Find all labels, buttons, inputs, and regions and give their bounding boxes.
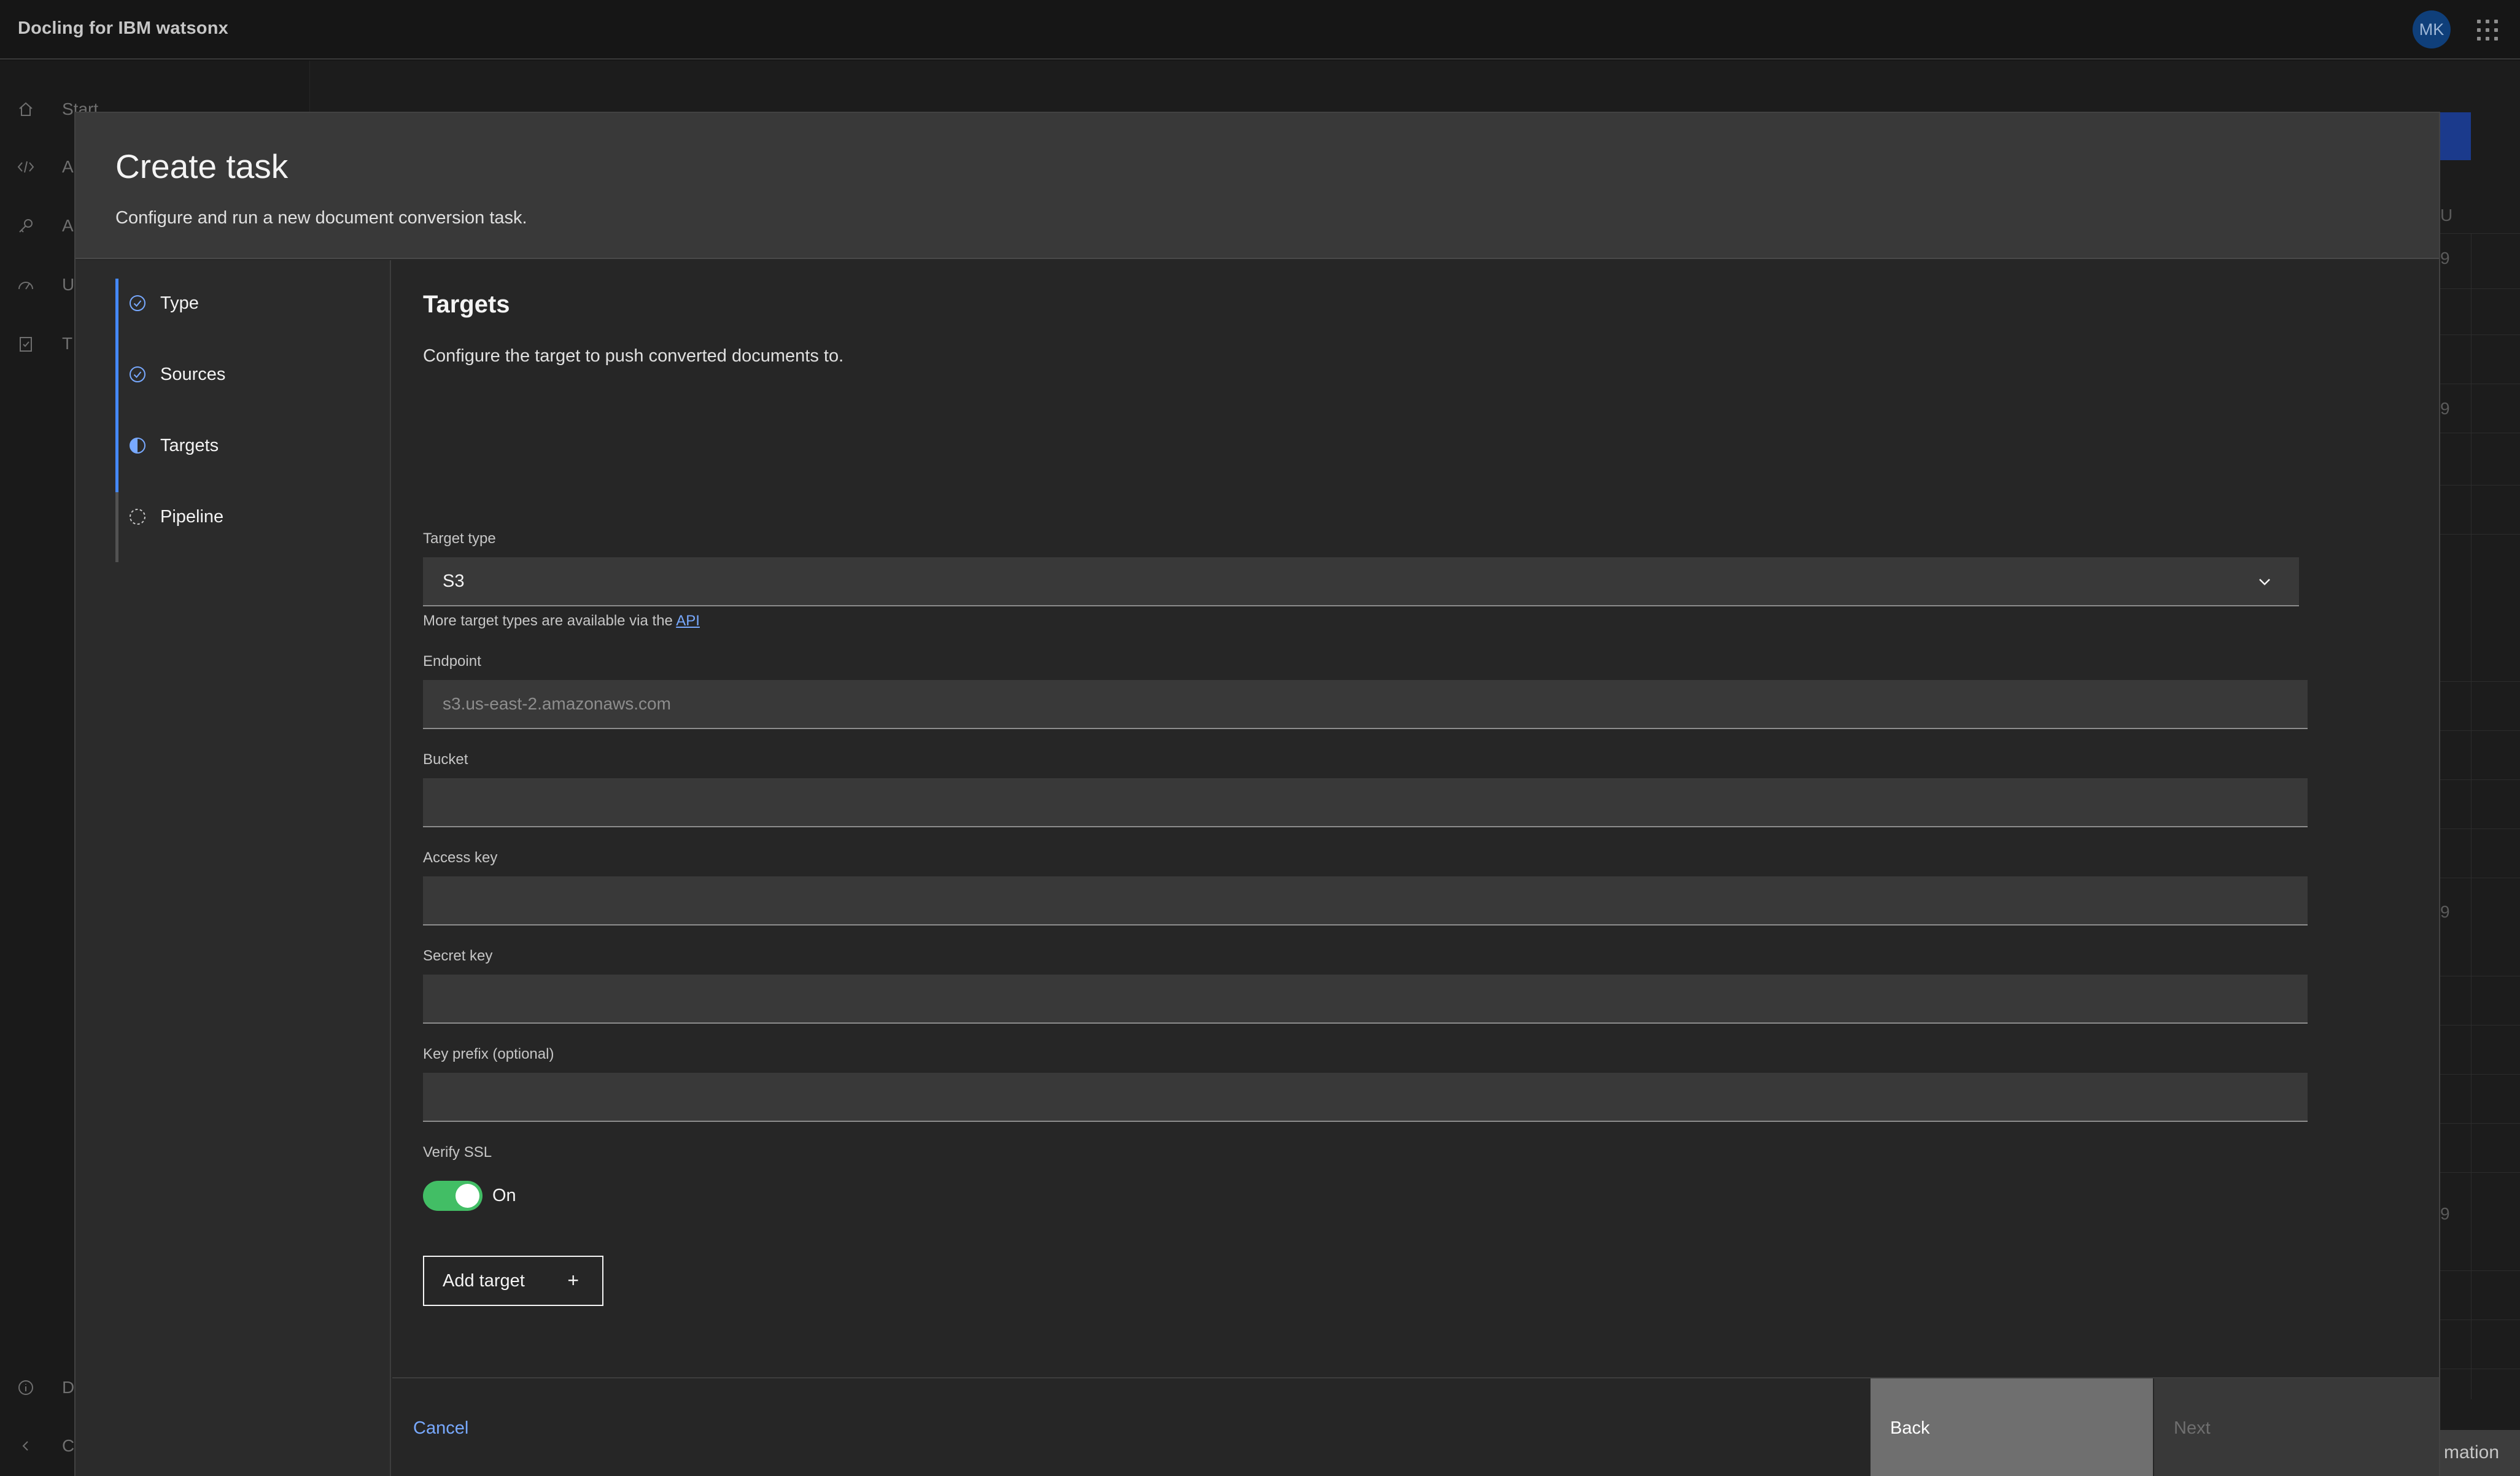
step-targets[interactable]: Targets xyxy=(127,430,219,461)
verify-ssl-label: Verify SSL xyxy=(423,1144,492,1161)
next-button[interactable]: Next xyxy=(2154,1378,2439,1476)
app-switcher-icon[interactable] xyxy=(2477,20,2498,41)
avatar[interactable]: MK xyxy=(2413,10,2451,48)
create-task-modal: Create task Configure and run a new docu… xyxy=(74,112,2440,1476)
helper-text: More target types are available via the xyxy=(423,612,673,629)
add-target-label: Add target xyxy=(443,1270,525,1291)
background-divider xyxy=(2440,1123,2520,1124)
checkmark-outline-icon xyxy=(127,293,148,314)
background-text: 9 xyxy=(2440,399,2450,418)
info-icon xyxy=(15,1377,36,1398)
verify-ssl-toggle[interactable] xyxy=(423,1181,483,1211)
target-type-label: Target type xyxy=(423,530,496,547)
nav-item-usage[interactable]: U xyxy=(15,269,74,300)
targets-form: Targets Configure the target to push con… xyxy=(392,260,2439,1377)
nav-item-label: U xyxy=(62,275,75,294)
step-sources[interactable]: Sources xyxy=(127,359,225,390)
nav-item-label: C xyxy=(62,1436,75,1455)
nav-item-label: T xyxy=(62,334,73,353)
background-text: 9 xyxy=(2440,1204,2450,1223)
step-pipeline[interactable]: Pipeline xyxy=(127,501,223,532)
chevron-left-icon xyxy=(15,1435,36,1456)
nav-item-docs[interactable]: D xyxy=(15,1372,74,1403)
dashed-circle-icon xyxy=(127,506,148,527)
background-divider xyxy=(2440,233,2520,234)
nav-item-keys[interactable]: A xyxy=(15,211,74,241)
modal-title: Create task xyxy=(115,147,289,185)
add-target-button[interactable]: Add target + xyxy=(423,1256,603,1306)
checkmark-outline-icon xyxy=(127,364,148,385)
nav-item-code[interactable]: A xyxy=(15,152,74,182)
half-circle-current-icon xyxy=(127,435,148,456)
background-divider xyxy=(2440,1270,2520,1271)
modal-footer: Cancel Back Next xyxy=(392,1377,2439,1476)
bucket-label: Bucket xyxy=(423,751,468,768)
background-bottom-tab: mation xyxy=(2440,1430,2520,1476)
background-text: 9 xyxy=(2440,902,2450,921)
progress-indicator: Type Sources Targets Pipeline xyxy=(76,260,391,1476)
background-text: 9 xyxy=(2440,249,2450,268)
nav-item-label: A xyxy=(62,216,74,235)
background-divider xyxy=(2440,1074,2520,1075)
background-divider xyxy=(2440,681,2520,682)
endpoint-input[interactable] xyxy=(443,680,2308,728)
api-link[interactable]: API xyxy=(676,612,700,629)
nav-item-tasks[interactable]: T xyxy=(15,328,72,359)
background-divider xyxy=(2440,730,2520,731)
target-type-value: S3 xyxy=(443,571,465,591)
chevron-down-icon xyxy=(2255,572,2274,592)
nav-item-label: A xyxy=(62,157,74,176)
app-title: Docling for IBM watsonx xyxy=(18,18,228,38)
secret-key-field xyxy=(423,975,2308,1024)
cancel-button[interactable]: Cancel xyxy=(392,1378,1871,1476)
verify-ssl-state: On xyxy=(492,1186,516,1205)
step-label: Pipeline xyxy=(160,506,224,527)
step-label: Sources xyxy=(160,364,226,384)
secret-key-label: Secret key xyxy=(423,948,493,964)
access-key-label: Access key xyxy=(423,849,498,866)
background-column-line xyxy=(2471,233,2472,1399)
section-description: Configure the target to push converted d… xyxy=(423,346,844,366)
background-divider xyxy=(2440,779,2520,780)
add-icon: + xyxy=(567,1269,579,1291)
back-button[interactable]: Back xyxy=(1871,1378,2153,1476)
background-divider xyxy=(2440,534,2520,535)
nav-item-label: D xyxy=(62,1378,75,1397)
secret-key-input[interactable] xyxy=(443,975,2308,1022)
progress-fill xyxy=(115,279,118,492)
clipboard-icon xyxy=(15,333,36,354)
background-primary-button xyxy=(2440,112,2471,160)
background-divider xyxy=(2440,334,2520,335)
key-prefix-field xyxy=(423,1073,2308,1122)
bucket-input[interactable] xyxy=(443,778,2308,826)
target-type-helper: More target types are available via the … xyxy=(423,612,700,630)
key-prefix-input[interactable] xyxy=(443,1073,2308,1121)
step-label: Targets xyxy=(160,435,219,455)
key-prefix-label: Key prefix (optional) xyxy=(423,1046,554,1062)
background-divider xyxy=(2440,1172,2520,1173)
background-text: U xyxy=(2440,206,2453,225)
background-divider xyxy=(2440,1025,2520,1026)
modal-header: Create task Configure and run a new docu… xyxy=(76,113,2439,259)
code-icon xyxy=(15,156,36,177)
endpoint-label: Endpoint xyxy=(423,653,481,670)
nav-item-collapse[interactable]: C xyxy=(15,1431,74,1461)
gauge-icon xyxy=(15,274,36,295)
key-icon xyxy=(15,215,36,236)
endpoint-field xyxy=(423,680,2308,729)
access-key-input[interactable] xyxy=(443,876,2308,924)
bucket-field xyxy=(423,778,2308,827)
access-key-field xyxy=(423,876,2308,925)
step-label: Type xyxy=(160,293,199,313)
section-title: Targets xyxy=(423,291,510,318)
verify-ssl-row: On xyxy=(423,1181,516,1211)
step-type[interactable]: Type xyxy=(127,288,199,319)
page: Docling for IBM watsonx MK Start A A U T… xyxy=(0,0,2520,1476)
toggle-knob xyxy=(456,1184,479,1208)
top-bar: Docling for IBM watsonx MK xyxy=(0,0,2520,60)
modal-subtitle: Configure and run a new document convers… xyxy=(115,208,527,228)
background-divider xyxy=(2440,288,2520,289)
target-type-dropdown[interactable]: S3 xyxy=(423,557,2299,606)
home-icon xyxy=(15,99,36,120)
